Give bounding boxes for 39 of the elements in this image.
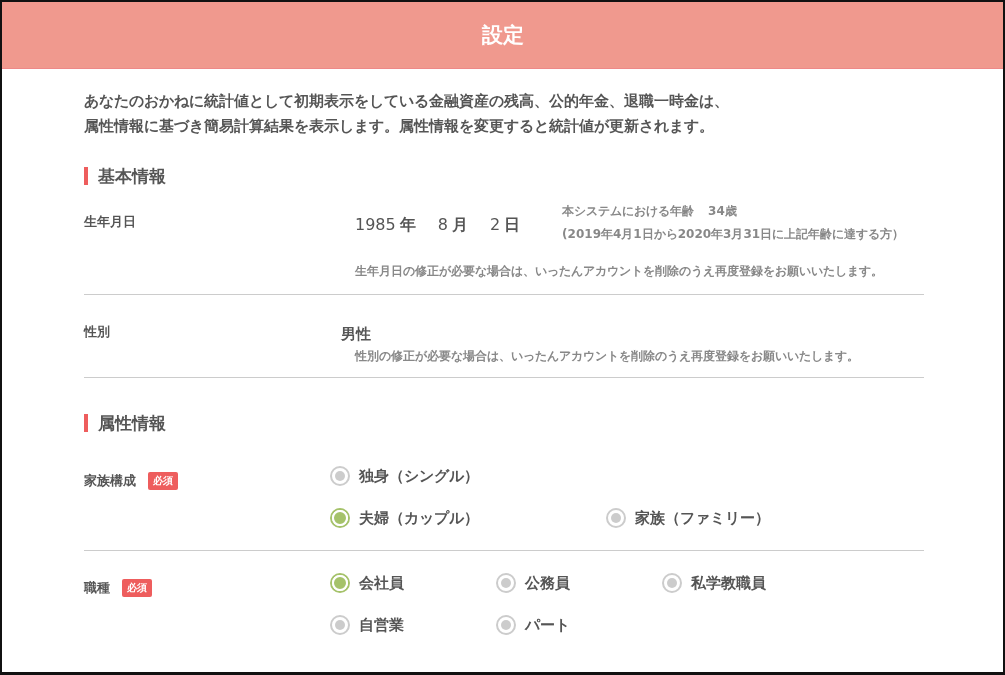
radio-label[interactable]: 公務員 xyxy=(525,573,570,593)
radio-label[interactable]: 会社員 xyxy=(359,573,404,593)
radio-button[interactable] xyxy=(330,615,350,635)
help-text: 生年月日の修正が必要な場合は、いったんアカウントを削除のうえ再度登録をお願いいたします。 xyxy=(355,263,884,280)
page-title: 設定 xyxy=(481,22,524,49)
radio-button[interactable] xyxy=(330,508,350,528)
intro-text: 属性情報に基づき簡易計算結果を表示します。属性情報を変更すると統計値が更新されます。 xyxy=(84,117,714,136)
help-text: 性別の修正が必要な場合は、いったんアカウントを削除のうえ再度登録をお願いいたします。 xyxy=(355,348,859,365)
radio-label[interactable]: 私学教職員 xyxy=(691,573,766,593)
birth-day: 2 xyxy=(489,215,501,234)
required-badge: 必須 xyxy=(122,579,152,597)
field-label: 性別 xyxy=(84,323,110,341)
radio-label[interactable]: 独身（シングル） xyxy=(359,466,479,486)
radio-button[interactable] xyxy=(662,573,682,593)
birth-year: 1985 xyxy=(355,215,396,234)
unit-label: 月 xyxy=(451,215,468,236)
required-badge: 必須 xyxy=(148,472,178,490)
radio-button[interactable] xyxy=(330,573,350,593)
radio-label[interactable]: 家族（ファミリー） xyxy=(635,508,770,528)
radio-button[interactable] xyxy=(496,615,516,635)
radio-label[interactable]: 夫婦（カップル） xyxy=(359,508,479,528)
radio-button[interactable] xyxy=(496,573,516,593)
gender-value: 男性 xyxy=(341,325,372,344)
age-value: 34歳 xyxy=(708,203,737,220)
radio-button[interactable] xyxy=(330,466,350,486)
section-heading: 基本情報 xyxy=(84,167,924,185)
birth-month: 8 xyxy=(437,215,448,234)
radio-button[interactable] xyxy=(606,508,626,528)
field-label: 家族構成 xyxy=(84,472,136,490)
unit-label: 年 xyxy=(399,215,416,236)
age-note: (2019年4月1日から2020年3月31日に上記年齢に達する方） xyxy=(562,226,905,243)
unit-label: 日 xyxy=(504,215,521,236)
field-label: 生年月日 xyxy=(84,213,136,231)
field-label: 職種 xyxy=(84,579,110,597)
radio-label[interactable]: 自営業 xyxy=(359,615,404,635)
section-heading: 属性情報 xyxy=(84,414,924,432)
intro-text: あなたのおかねに統計値として初期表示をしている金融資産の残高、公的年金、退職一時金は、 xyxy=(84,92,729,111)
age-label: 本システムにおける年齢 xyxy=(562,203,695,220)
radio-label[interactable]: パート xyxy=(525,615,570,635)
